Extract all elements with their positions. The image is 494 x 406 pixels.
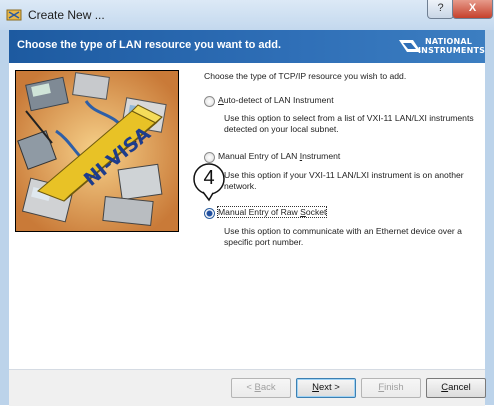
radio-manual-raw-socket[interactable] [204,208,215,219]
next-button[interactable]: Next > [296,378,356,398]
resource-prompt: Choose the type of TCP/IP resource you w… [204,71,407,81]
ni-visa-app-icon [6,9,22,21]
radio-auto-detect[interactable] [204,96,215,107]
window-title: Create New ... [28,8,105,22]
logo-text-instruments: INSTRUMENTS [418,46,486,55]
instruments-collage-image: NI-VISA [16,71,178,231]
wizard-content: NI-VISA Choose the type of TCP/IP resour… [9,63,485,369]
national-instruments-logo: NATIONAL INSTRUMENTS [399,36,485,58]
logo-text-national: NATIONAL [425,37,473,46]
option-manual-raw-socket-label[interactable]: Manual Entry of Raw Socket [216,206,328,218]
title-bar[interactable]: Create New ... ? X [0,0,494,30]
option-manual-lan-instrument-label[interactable]: Manual Entry of LAN Instrument [218,151,340,161]
option-manual-lan-instrument-description: Use this option if your VXI-11 LAN/LXI i… [224,170,464,191]
wizard-footer: < Back Next > Finish Cancel [9,369,486,406]
option-auto-detect-description: Use this option to select from a list of… [224,113,474,134]
ni-visa-illustration: NI-VISA [15,70,179,232]
close-button[interactable]: X [452,0,493,19]
cancel-button[interactable]: Cancel [426,378,486,398]
wizard-header: Choose the type of LAN resource you want… [9,30,485,63]
header-title: Choose the type of LAN resource you want… [17,39,282,51]
radio-manual-lan-instrument[interactable] [204,152,215,163]
help-button[interactable]: ? [427,0,454,19]
back-button[interactable]: < Back [231,378,291,398]
finish-button[interactable]: Finish [361,378,421,398]
callout-number: 4 [203,167,215,189]
step-callout-4: 4 [193,163,227,202]
option-manual-raw-socket-description: Use this option to communicate with an E… [224,226,462,247]
create-new-dialog: Create New ... ? X Choose the type of LA… [0,0,494,406]
option-auto-detect-label[interactable]: Auto-detect of LAN Instrument [218,95,334,105]
